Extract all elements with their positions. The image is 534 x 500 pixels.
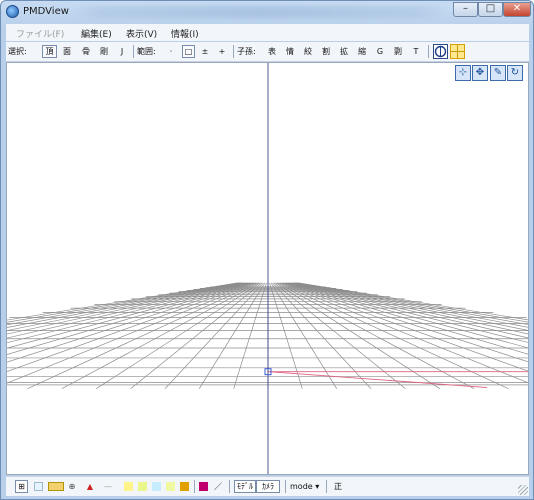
model-button[interactable]: ﾓﾃﾞﾙ (234, 480, 256, 493)
title-bar: PMDView – □ ✕ (1, 1, 533, 23)
minimize-button[interactable]: – (453, 2, 478, 17)
blurred-title-region (71, 6, 446, 18)
range-point[interactable]: · (166, 45, 176, 58)
circle-view-icon[interactable] (433, 44, 448, 59)
app-icon (6, 5, 19, 18)
range-plus[interactable]: + (217, 45, 227, 58)
menu-view[interactable]: 表示(V) (126, 27, 157, 40)
tool-joint[interactable]: J (116, 45, 128, 58)
toolbar-separator (133, 45, 134, 58)
orthographic-toggle[interactable]: 正 (333, 480, 343, 493)
slash-icon[interactable]: ／ (212, 480, 224, 493)
tool-expand[interactable]: 拡 (338, 45, 350, 58)
menu-file[interactable]: ファイル(F) (16, 27, 64, 40)
range-box[interactable]: □ (182, 45, 195, 58)
range-plus-minus[interactable]: ± (200, 45, 210, 58)
camera-button[interactable]: ｶﾒﾗ (256, 480, 280, 493)
window-title: PMDView (23, 6, 69, 17)
dash-icon[interactable]: — (100, 480, 116, 493)
child-label: 子孫: (237, 47, 256, 56)
zoom-icon[interactable]: ⊹ (455, 65, 471, 81)
view-toggle-button[interactable]: ⊞ (15, 480, 28, 493)
tool-rigid[interactable]: 剛 (98, 45, 110, 58)
menu-edit[interactable]: 編集(E) (81, 27, 112, 40)
tool-group[interactable]: G (375, 45, 385, 58)
pen-icon[interactable]: ✎ (490, 65, 506, 81)
menu-info[interactable]: 情報(I) (171, 27, 199, 40)
status-separator (229, 480, 230, 493)
tool-split[interactable]: 割 (320, 45, 332, 58)
maximize-button[interactable]: □ (478, 2, 503, 17)
plus-icon[interactable]: ⊕ (67, 480, 77, 493)
tool-peel[interactable]: 剽 (392, 45, 404, 58)
mode-dropdown[interactable]: mode ▾ (290, 480, 319, 493)
menu-bar: ファイル(F) 編集(E) 表示(V) 情報(I) (6, 24, 529, 41)
3d-viewport[interactable]: ⊹ ✥ ✎ ↻ (6, 62, 529, 475)
status-bar: ⊞ ⊕ ▲ — ／ ﾓﾃﾞﾙ ｶﾒﾗ mode ▾ 正 (6, 476, 529, 496)
tool-face[interactable]: 面 (61, 45, 73, 58)
resize-grip[interactable] (518, 485, 528, 495)
range-label: 範囲: (137, 47, 156, 56)
mode-label: mode (290, 482, 313, 491)
toolbar: 選択: 頂 面 骨 剛 J 範囲: · □ ± + 子孫: 表 情 絞 割 拡 … (6, 42, 529, 62)
view-navigation: ⊹ ✥ ✎ ↻ (455, 65, 525, 81)
tool-display[interactable]: 表 (266, 45, 278, 58)
app-window: PMDView – □ ✕ ファイル(F) 編集(E) 表示(V) 情報(I) … (0, 0, 534, 500)
status-separator (285, 480, 286, 493)
tool-bone[interactable]: 骨 (80, 45, 92, 58)
tool-narrow[interactable]: 絞 (302, 45, 314, 58)
select-label: 選択: (8, 47, 27, 56)
toolbar-separator (428, 45, 429, 58)
color-swatch[interactable] (48, 482, 64, 491)
color-swatch[interactable] (34, 482, 43, 491)
color-swatch[interactable] (124, 482, 133, 491)
tool-shrink[interactable]: 縮 (356, 45, 368, 58)
color-swatch[interactable] (166, 482, 175, 491)
status-separator (194, 480, 195, 493)
rotate-icon[interactable]: ↻ (507, 65, 523, 81)
tool-vertex[interactable]: 頂 (42, 45, 57, 58)
grid-toggle-icon[interactable] (450, 44, 465, 59)
chevron-down-icon: ▾ (315, 482, 320, 491)
status-separator (326, 480, 327, 493)
triangle-icon[interactable]: ▲ (85, 480, 95, 493)
color-swatch[interactable] (152, 482, 161, 491)
color-swatch[interactable] (180, 482, 189, 491)
tool-text[interactable]: T (411, 45, 421, 58)
move-icon[interactable]: ✥ (472, 65, 488, 81)
color-swatch[interactable] (138, 482, 147, 491)
toolbar-separator (233, 45, 234, 58)
close-button[interactable]: ✕ (503, 2, 531, 17)
tool-info[interactable]: 情 (284, 45, 296, 58)
color-swatch[interactable] (199, 482, 208, 491)
floor-grid (7, 63, 528, 474)
